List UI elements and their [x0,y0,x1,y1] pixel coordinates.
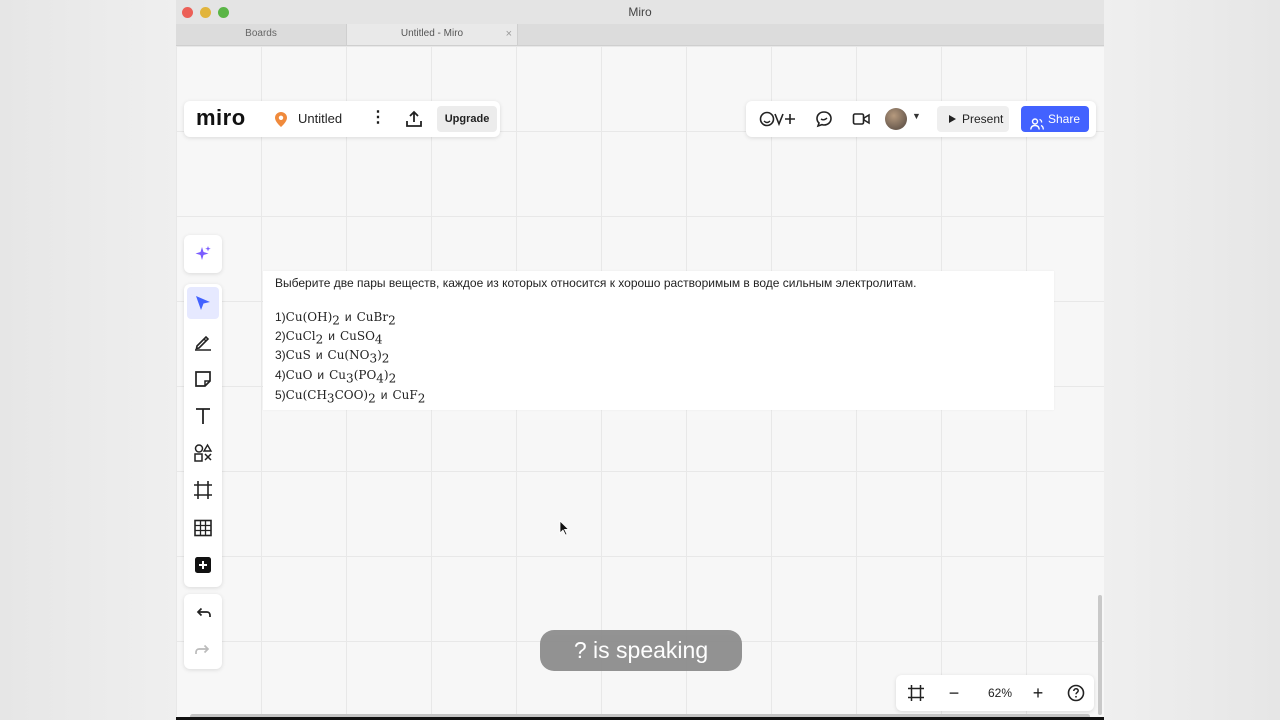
people-icon [1030,113,1044,139]
option-2: 2)CuCl2 и CuSO4 [275,329,383,347]
chevron-down-icon[interactable]: ▼ [912,111,921,121]
mouse-cursor-icon [559,520,570,536]
export-icon[interactable] [405,110,423,128]
tab-bar: Boards Untitled - Miro × [176,24,1104,46]
upgrade-button[interactable]: Upgrade [437,106,497,132]
zoom-controls: − 62% + [896,675,1094,711]
sticky-note-icon[interactable] [193,369,213,389]
title-bar: Miro [176,0,1104,25]
left-backdrop [0,0,176,720]
speaker-indicator: ? is speaking [540,630,742,671]
miro-logo[interactable]: miro [196,105,246,131]
tab-label: Untitled - Miro [400,28,464,39]
question-card[interactable]: Выберите две пары веществ, каждое из кот… [263,271,1054,410]
video-call-icon[interactable] [852,110,870,128]
board-header-panel: miro Untitled ⋮ Upgrade [184,101,500,137]
option-5: 5)Cu(CH3COO)2 и CuF2 [275,388,426,406]
present-button[interactable]: Present [937,106,1009,132]
right-backdrop [1104,0,1280,720]
history-toolbar [184,594,222,669]
add-apps-icon[interactable] [193,555,213,575]
ai-toolbar [184,235,222,273]
option-3: 3)CuS и Cu(NO3)2 [275,348,390,366]
tab-boards[interactable]: Boards [176,24,346,45]
zoom-level[interactable]: 62% [982,686,1018,700]
comments-icon[interactable] [815,110,833,128]
collaboration-panel: ▼ Present Share [746,101,1096,137]
option-4: 4)CuO и Cu3(PO4)2 [275,368,397,386]
fit-frame-icon[interactable] [907,684,925,702]
frame-icon[interactable] [193,480,213,500]
reactions-icon[interactable] [759,110,797,128]
share-button[interactable]: Share [1021,106,1089,132]
location-pin-icon[interactable] [275,112,287,127]
creation-toolbar [184,284,222,587]
play-icon [949,115,956,123]
tab-close-icon[interactable]: × [506,24,512,44]
option-1: 1)Cu(OH)2 и CuBr2 [275,310,396,328]
table-icon[interactable] [193,518,213,538]
undo-icon[interactable] [193,604,213,624]
shapes-icon[interactable] [193,443,213,463]
ai-sparkle-icon[interactable] [193,244,213,264]
app-window: Miro Boards Untitled - Miro × miro Untit… [176,0,1104,720]
window-title: Miro [628,5,652,19]
board-name[interactable]: Untitled [298,111,342,126]
pen-icon[interactable] [193,331,213,351]
avatar[interactable] [885,108,907,130]
text-icon[interactable] [193,406,213,426]
question-text: Выберите две пары веществ, каждое из кот… [275,276,917,290]
zoom-out-icon[interactable]: − [945,684,963,702]
redo-icon[interactable] [193,641,213,661]
help-icon[interactable] [1067,684,1085,702]
tab-untitled-miro[interactable]: Untitled - Miro × [346,24,518,45]
more-icon[interactable]: ⋮ [370,109,386,127]
vertical-scrollbar[interactable] [1098,595,1102,715]
select-arrow-icon[interactable] [193,293,213,313]
zoom-in-icon[interactable]: + [1029,684,1047,702]
board-canvas[interactable]: miro Untitled ⋮ Upgrade ▼ Present Share … [176,46,1104,716]
